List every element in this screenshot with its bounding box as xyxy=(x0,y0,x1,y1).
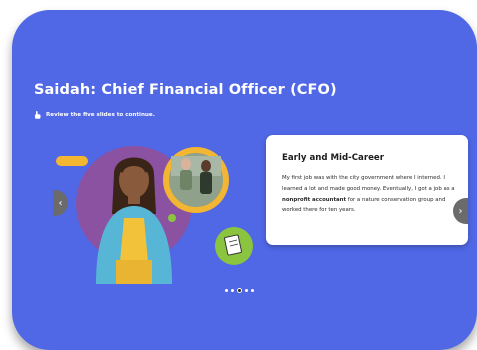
pagination-dot[interactable] xyxy=(225,289,228,292)
slide-panel: Early and Mid-Career My first job was wi… xyxy=(266,135,468,245)
document-icon xyxy=(224,234,242,256)
bold-term: nonprofit accountant xyxy=(282,196,347,203)
pointing-hand-icon xyxy=(35,111,41,119)
pagination-dot[interactable] xyxy=(251,289,254,292)
pagination-dot[interactable] xyxy=(231,289,234,292)
slide-heading: Early and Mid-Career xyxy=(282,153,384,163)
page-title: Saidah: Chief Financial Officer (CFO) xyxy=(34,82,337,98)
lesson-card: Saidah: Chief Financial Officer (CFO) Re… xyxy=(12,10,477,350)
page: Saidah: Chief Financial Officer (CFO) Re… xyxy=(0,0,477,350)
saidah-illustration xyxy=(56,146,253,284)
instruction: Review the five slides to continue. xyxy=(34,111,155,119)
chevron-right-icon: › xyxy=(458,205,463,217)
pagination-dot[interactable] xyxy=(237,288,242,293)
slide-text: My first job was with the city governmen… xyxy=(282,175,455,214)
instruction-text: Review the five slides to continue. xyxy=(46,112,155,118)
slide-pagination xyxy=(225,288,254,293)
pagination-dot[interactable] xyxy=(245,289,248,292)
chevron-left-icon: ‹ xyxy=(58,197,63,209)
